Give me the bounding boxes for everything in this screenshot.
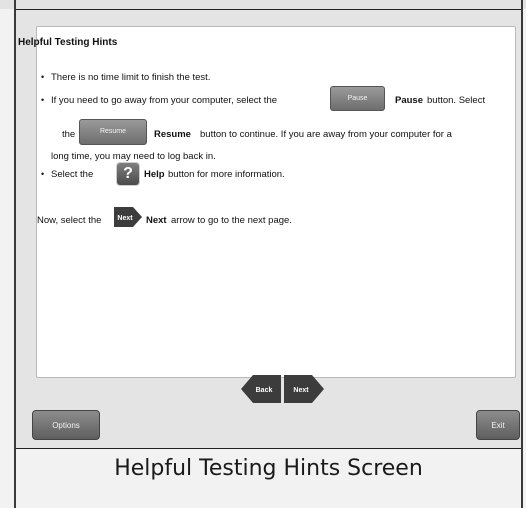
hint-resume-text: button to continue. If you are away from…: [200, 129, 452, 140]
resume-button-sample: Resume: [79, 119, 147, 145]
exit-button[interactable]: Exit: [476, 410, 520, 440]
back-button-label: Back: [256, 387, 273, 394]
resume-bold-label: Resume: [154, 129, 191, 140]
pause-button-sample: Pause: [330, 86, 385, 111]
hint-help-text: button for more information.: [168, 169, 285, 180]
bullet-3: •: [41, 169, 45, 179]
screen-caption: Helpful Testing Hints Screen: [114, 456, 423, 481]
next-bold-label: Next: [146, 215, 167, 226]
hint-help-pre: Select the: [51, 169, 94, 180]
options-button[interactable]: Options: [32, 410, 100, 440]
next-arrow-icon: Next: [114, 207, 142, 227]
bullet-1: •: [41, 72, 45, 82]
instruction-next-pre: Now, select the: [37, 215, 102, 226]
hint-pause-text-end: button. Select: [427, 95, 486, 106]
hint-resume-pre: the: [62, 129, 76, 140]
pause-bold-label: Pause: [395, 95, 423, 106]
hint-pause-text: If you need to go away from your compute…: [51, 95, 278, 106]
help-bold-label: Help: [144, 169, 165, 180]
next-icon-label: Next: [117, 215, 133, 222]
hint-log-back-in: long time, you may need to log back in.: [51, 151, 216, 162]
help-icon: ?: [117, 163, 139, 185]
top-margin: [0, 0, 526, 9]
bullet-2: •: [41, 95, 45, 105]
instruction-next-text: arrow to go to the next page.: [171, 215, 292, 226]
hint-no-time-limit: There is no time limit to finish the tes…: [51, 72, 211, 83]
back-button[interactable]: Back: [241, 375, 281, 403]
right-border: [521, 0, 523, 508]
next-button[interactable]: Next: [284, 375, 324, 403]
page-title: Helpful Testing Hints: [18, 37, 118, 48]
next-button-label: Next: [293, 387, 309, 394]
